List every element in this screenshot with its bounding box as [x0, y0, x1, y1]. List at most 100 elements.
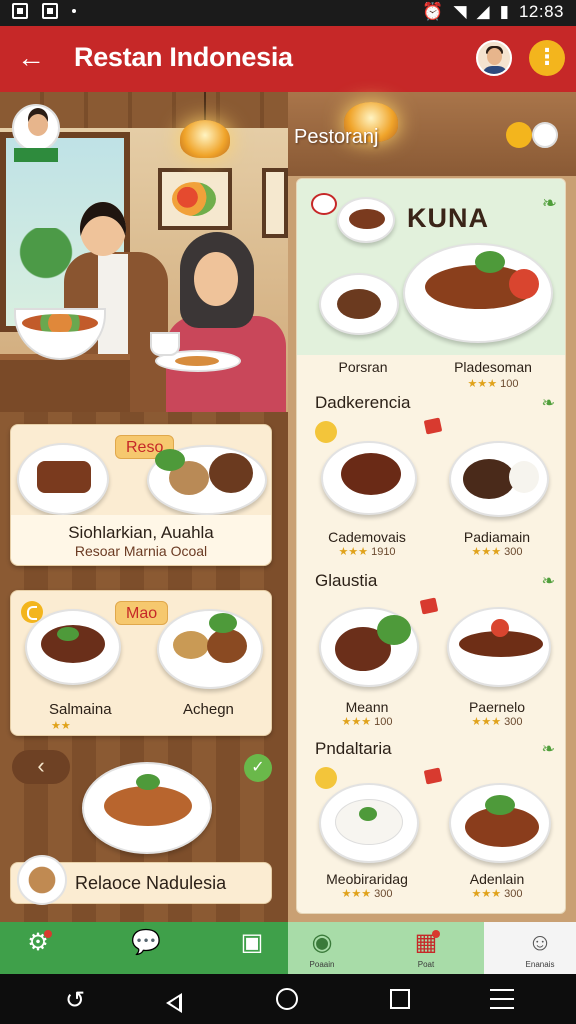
menu-item-label: Porsran — [338, 359, 388, 375]
dish-thumbnail — [17, 855, 67, 905]
diner-figure — [166, 232, 286, 412]
bottom-dish-strip[interactable]: Relaoce Nadulesia — [10, 855, 272, 905]
dish-image[interactable] — [449, 783, 551, 863]
dish-image — [17, 443, 109, 515]
spoon-toggle-icon[interactable] — [532, 122, 558, 148]
avatar-body — [482, 66, 508, 74]
card-title: Siohlarkian, Auahla — [68, 523, 214, 542]
more-vertical-icon[interactable]: ⋮ — [529, 40, 565, 76]
section-heading: Glaustia — [315, 571, 378, 590]
dish-image — [157, 609, 263, 689]
leaf-icon: ❧ — [541, 741, 555, 758]
tag-icon — [315, 421, 337, 443]
menu-item-label: Meobiraridag — [326, 871, 408, 887]
spicy-badge-icon — [423, 767, 443, 785]
status-time: 12:83 — [518, 2, 564, 21]
menu-item-rating: ★★★ 1910 — [338, 546, 396, 558]
menu-item-rating: ★★★ 300 — [471, 888, 523, 900]
battery-icon: ▮ — [499, 2, 509, 21]
restaurant-scene-illustration — [0, 92, 288, 412]
recents-square-icon[interactable] — [390, 989, 410, 1009]
back-triangle-icon[interactable] — [166, 993, 182, 1013]
rotate-back-icon[interactable]: ↺ — [62, 986, 88, 1014]
robot-icon[interactable]: ☺ Enanais — [520, 928, 560, 969]
dish-image[interactable] — [449, 441, 549, 517]
calendar-icon[interactable]: ▦ Poat — [406, 928, 446, 969]
wall-painting — [158, 168, 232, 230]
menu-item-label: Padiamain — [463, 529, 531, 545]
menu-item-label: Cademovais — [328, 529, 406, 545]
bottom-nav: ⚙ 💬 ▣ ◉ Poaain ▦ Poat ☺ Enanais — [0, 922, 576, 974]
book-icon[interactable]: ▣ — [232, 928, 272, 968]
spicy-badge-icon — [423, 417, 443, 435]
featured-dish-card[interactable]: Reso Siohlarkian, Auahla Resoar Marnia O… — [10, 424, 272, 566]
user-avatar-badge[interactable] — [12, 104, 60, 164]
dish-image — [25, 609, 121, 685]
profile-avatar-button[interactable] — [476, 40, 512, 76]
menu-hero: KUNA ❧ — [297, 179, 565, 355]
previous-button[interactable]: ‹ — [12, 750, 70, 784]
strip-label: Relaoce Nadulesia — [75, 873, 227, 893]
check-icon[interactable]: ✓ — [244, 754, 272, 782]
section-title: Pestoranj — [294, 126, 379, 148]
leaf-icon: ❧ — [541, 573, 555, 590]
system-nav-bar: ↺ — [0, 974, 576, 1024]
tea-cup — [150, 332, 180, 356]
notification-image-icon — [12, 3, 28, 19]
menu-item-rating: ★★★ 300 — [341, 888, 393, 900]
dish-image — [403, 243, 553, 343]
menu-brand: KUNA — [407, 203, 489, 233]
back-arrow-icon[interactable]: ← — [14, 42, 48, 76]
menu-item-label: Meann — [345, 699, 389, 715]
leaf-icon: ❧ — [541, 193, 557, 213]
table — [0, 354, 130, 412]
alarm-icon: ⏰ — [422, 2, 444, 21]
rating-stars-icon: ★★ — [51, 720, 71, 732]
dish-label: Salmaina — [49, 701, 112, 718]
restaurant-logo-icon — [311, 193, 337, 215]
notification-dot-icon — [72, 9, 76, 13]
dish-image[interactable] — [447, 607, 551, 687]
menu-lines-icon[interactable] — [490, 989, 514, 1009]
status-left — [12, 3, 76, 19]
wifi-icon: ◥ — [453, 2, 467, 21]
hanging-lamp — [180, 120, 230, 158]
card-tag: Mao — [115, 601, 169, 625]
lamp-cord — [204, 92, 206, 122]
settings-icon[interactable]: ⚙ — [18, 928, 58, 968]
section-heading: Dadkerencia — [315, 393, 411, 412]
dish-image[interactable] — [319, 783, 419, 863]
notification-photo-icon — [42, 3, 58, 19]
home-circle-icon[interactable] — [276, 988, 298, 1010]
menu-item-rating: ★★★ 300 — [471, 716, 523, 728]
dish-image — [319, 273, 399, 335]
card-subtitle: Resoar Marnia Ocoal — [74, 543, 208, 559]
menu-item-label: Adenlain — [469, 871, 525, 887]
dish-image[interactable] — [319, 607, 419, 687]
dish-label: Achegn — [183, 701, 234, 718]
status-bar: ⏰ ◥ ◢ ▮ 12:83 — [0, 0, 576, 26]
avatar-face — [487, 48, 502, 65]
menu-item-rating: ★★★ 300 — [471, 546, 523, 558]
view-toggle[interactable] — [506, 120, 564, 150]
chat-icon[interactable]: 💬 — [126, 928, 166, 968]
dish-pair-card[interactable]: Mao Salmaina ★★ Achegn — [10, 590, 272, 736]
left-panel: Reso Siohlarkian, Auahla Resoar Marnia O… — [0, 412, 288, 922]
tag-icon — [315, 767, 337, 789]
menu-card: KUNA ❧ Porsran Pladesoman ★★★ 100 Dadker… — [296, 178, 566, 914]
dish-image[interactable] — [321, 441, 417, 515]
section-heading: Pndaltaria — [315, 739, 392, 758]
star-toggle-icon[interactable] — [506, 122, 532, 148]
food-icon[interactable]: ◉ Poaain — [302, 928, 342, 969]
leaf-icon: ❧ — [541, 395, 555, 412]
dish-image — [147, 445, 267, 515]
status-right: ⏰ ◥ ◢ ▮ 12:83 — [422, 2, 564, 22]
wall-painting-2 — [262, 168, 288, 238]
dish-image — [82, 762, 212, 854]
spicy-badge-icon — [419, 597, 439, 615]
app-title: Restan Indonesia — [74, 42, 293, 72]
menu-item-label: Paernelo — [468, 699, 526, 715]
menu-item-label: Pladesoman — [454, 359, 532, 375]
menu-item-rating: ★★★ 100 — [341, 716, 393, 728]
menu-item-rating: ★★★ 100 — [467, 378, 519, 390]
